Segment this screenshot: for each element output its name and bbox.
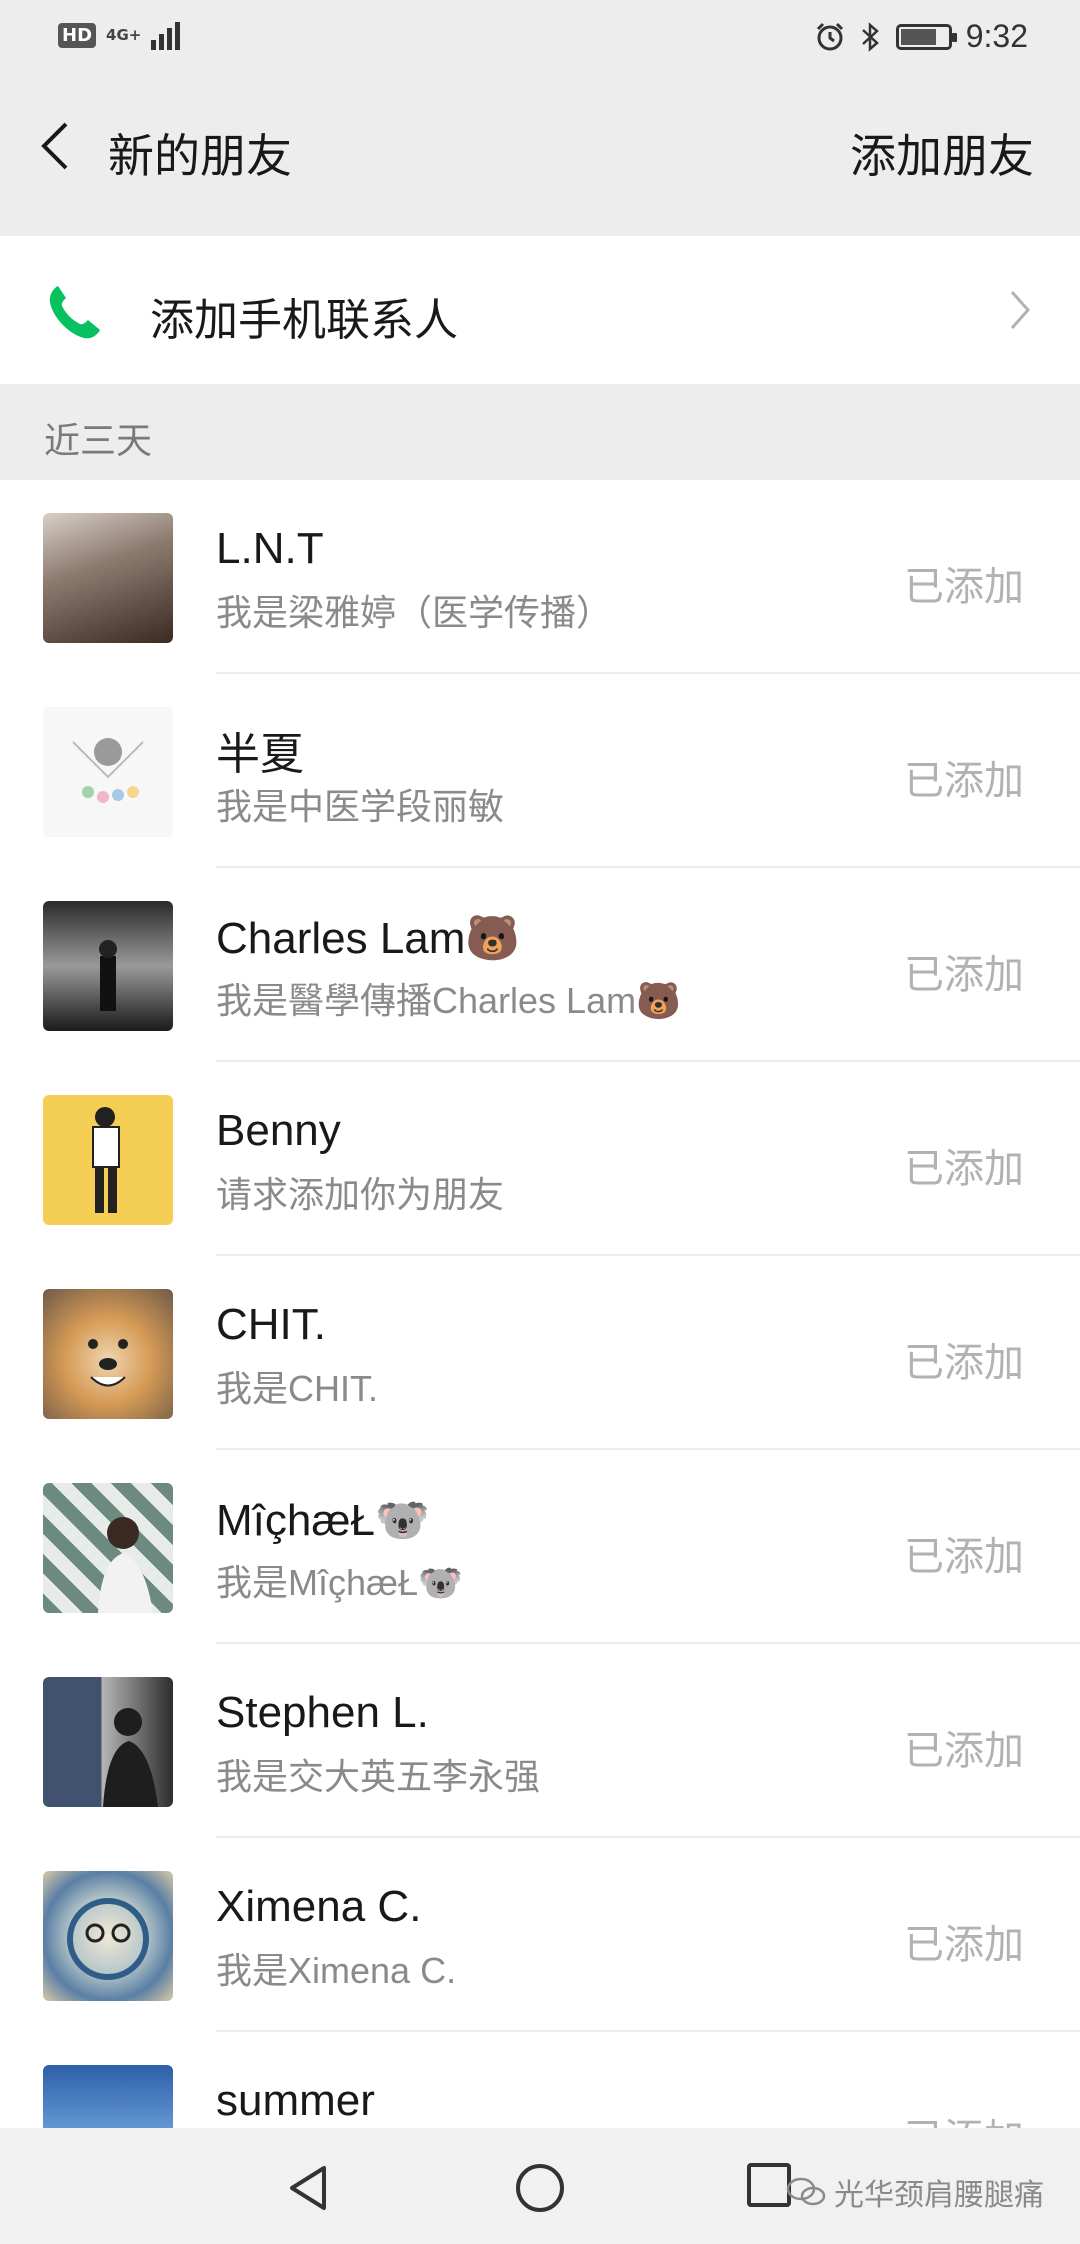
added-status: 已添加 <box>904 1341 1024 1385</box>
nav-home-icon[interactable] <box>514 2162 566 2214</box>
added-status: 已添加 <box>904 1535 1024 1579</box>
network-type: 4G+ <box>106 26 142 44</box>
chevron-right-icon <box>1010 291 1031 329</box>
friend-message: 我是醫學傳播Charles Lam🐻 <box>216 980 681 1021</box>
avatar-illustration <box>88 1339 128 1387</box>
friend-name: Charles Lam🐻 <box>216 914 521 963</box>
avatar <box>43 513 173 643</box>
watermark-text: 光华颈肩腰腿痛 <box>834 2179 1044 2212</box>
avatar-illustration <box>72 738 144 803</box>
add-friend-button[interactable]: 添加朋友 <box>850 120 1034 186</box>
friend-message: 请求添加你为朋友 <box>216 1174 505 1215</box>
avatar-illustration <box>67 1898 149 1980</box>
friend-name: summer <box>216 2076 375 2125</box>
friend-list[interactable]: L.N.T 我是梁雅婷（医学传播） 已添加 半夏 我是中医学段丽敏 已添加 Ch… <box>0 480 1080 2128</box>
hd-badge: HD <box>58 22 97 48</box>
friend-name: CHIT. <box>216 1300 326 1349</box>
friend-name: L.N.T <box>216 524 324 573</box>
added-status: 已添加 <box>904 1147 1024 1191</box>
bluetooth-icon <box>861 21 879 52</box>
avatar <box>43 1677 173 1807</box>
friend-message: 我是梁雅婷（医学传播） <box>216 592 613 633</box>
system-nav-bar: 光华颈肩腰腿痛 <box>0 2128 1080 2244</box>
friend-row[interactable]: Ximena C. 我是Ximena C. 已添加 <box>0 1838 1080 2032</box>
wechat-icon <box>786 2177 826 2206</box>
avatar <box>43 901 173 1031</box>
added-status: 已添加 <box>904 565 1024 609</box>
status-right: 9:32 <box>814 18 1028 55</box>
added-status: 已添加 <box>904 953 1024 997</box>
friend-message: 我是CHIT. <box>216 1368 379 1409</box>
status-left: HD 4G+ <box>58 20 181 50</box>
friend-message: 我是Ximena C. <box>216 1950 457 1991</box>
friend-name: Ximena C. <box>216 1882 422 1931</box>
avatar-illustration <box>99 940 117 1011</box>
friend-name: Stephen L. <box>216 1688 429 1737</box>
avatar-illustration <box>92 1107 120 1213</box>
avatar <box>43 1483 173 1613</box>
avatar <box>43 2065 173 2128</box>
friend-message: 我是交大英五李永强 <box>216 1756 541 1797</box>
watermark: 光华颈肩腰腿痛 <box>786 2170 1044 2214</box>
add-contacts-label: 添加手机联系人 <box>150 296 458 345</box>
avatar <box>43 1871 173 2001</box>
section-title: 近三天 <box>44 420 153 461</box>
avatar <box>43 1095 173 1225</box>
friend-row[interactable]: Charles Lam🐻 我是醫學傳播Charles Lam🐻 已添加 <box>0 868 1080 1062</box>
avatar-illustration <box>103 1708 158 1807</box>
nav-back-icon[interactable] <box>284 2162 334 2214</box>
back-arrow-icon[interactable] <box>36 116 76 176</box>
friend-row[interactable]: CHIT. 我是CHIT. 已添加 <box>0 1256 1080 1450</box>
avatar <box>43 1289 173 1419</box>
friend-row[interactable]: MîçhæŁ🐨 我是MîçhæŁ🐨 已添加 <box>0 1450 1080 1644</box>
friend-row[interactable]: Benny 请求添加你为朋友 已添加 <box>0 1062 1080 1256</box>
friend-name: MîçhæŁ🐨 <box>216 1496 430 1545</box>
friend-row[interactable]: 半夏 我是中医学段丽敏 已添加 <box>0 674 1080 868</box>
signal-icon <box>151 20 181 50</box>
friend-message: 我是中医学段丽敏 <box>216 786 505 827</box>
added-status: 已添加 <box>904 759 1024 803</box>
add-phone-contacts-row[interactable]: 添加手机联系人 <box>0 236 1080 384</box>
avatar-illustration <box>98 1517 153 1613</box>
added-status: 已添加 <box>904 1923 1024 1967</box>
friend-message: 我是MîçhæŁ🐨 <box>216 1562 463 1603</box>
friend-name: 半夏 <box>216 730 304 779</box>
avatar <box>43 707 173 837</box>
added-status: 已添加 <box>904 2106 1024 2128</box>
status-bar: HD 4G+ 9:32 <box>0 0 1080 80</box>
nav-bar: 新的朋友 添加朋友 <box>0 80 1080 212</box>
alarm-icon <box>816 22 843 50</box>
section-header: 近三天 <box>0 384 1080 480</box>
friend-name: Benny <box>216 1106 341 1155</box>
friend-row[interactable]: L.N.T 我是梁雅婷（医学传播） 已添加 <box>0 480 1080 674</box>
friend-row[interactable]: summer 已添加 <box>0 2032 1080 2128</box>
page-title: 新的朋友 <box>108 130 292 182</box>
added-status: 已添加 <box>904 1729 1024 1773</box>
clock: 9:32 <box>965 18 1028 54</box>
friend-row[interactable]: Stephen L. 我是交大英五李永强 已添加 <box>0 1644 1080 1838</box>
battery-icon <box>895 23 957 50</box>
phone-icon <box>49 286 100 339</box>
